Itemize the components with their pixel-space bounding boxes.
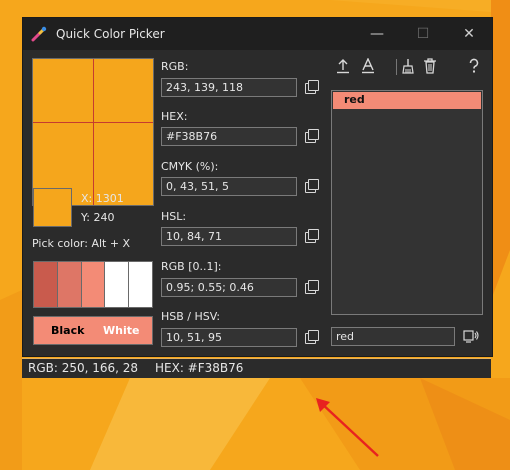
crosshair-horizontal <box>33 122 153 123</box>
hsl-field[interactable]: 10, 84, 71 <box>161 227 297 246</box>
shade-swatch-1[interactable] <box>34 262 58 307</box>
minimize-icon: — <box>370 26 384 42</box>
maximize-button[interactable]: ☐ <box>400 18 446 50</box>
copy-hex-icon[interactable] <box>305 129 319 143</box>
zoom-preview <box>32 58 154 206</box>
trash-icon <box>424 58 436 74</box>
red-arrow-annotation <box>316 398 379 457</box>
rgb-field[interactable]: 243, 139, 118 <box>161 78 297 97</box>
status-hex: HEX: #F38B76 <box>155 361 244 375</box>
shade-swatch-2[interactable] <box>57 262 82 307</box>
hsb-field[interactable]: 10, 51, 95 <box>161 328 297 347</box>
export-button[interactable] <box>334 58 352 76</box>
x-coordinate: X: 1301 <box>81 192 124 205</box>
contrast-white-text: White <box>103 324 140 337</box>
picked-color-swatch <box>33 188 72 227</box>
shade-swatch-4[interactable] <box>105 262 130 307</box>
contrast-black-text: Black <box>51 324 85 337</box>
upload-icon <box>337 59 349 74</box>
hex-label: HEX: <box>161 110 188 123</box>
speaker-icon[interactable] <box>463 329 479 344</box>
pick-color-hint: Pick color: Alt + X <box>32 237 131 250</box>
contrast-preview: Black White <box>33 316 153 345</box>
title-bar[interactable]: Quick Color Picker — ☐ ✕ <box>23 18 492 50</box>
minimize-button[interactable]: — <box>354 18 400 50</box>
font-button[interactable] <box>359 57 377 76</box>
rgb-label: RGB: <box>161 60 189 73</box>
hex-field[interactable]: #F38B76 <box>161 127 297 146</box>
copy-cmyk-icon[interactable] <box>305 179 319 193</box>
copy-rgb-icon[interactable] <box>305 80 319 94</box>
rgb-unit-label: RGB [0..1]: <box>161 260 222 273</box>
clean-button[interactable] <box>399 58 417 76</box>
shade-strip <box>33 261 153 308</box>
shade-swatch-3[interactable] <box>81 262 106 307</box>
hsb-label: HSB / HSV: <box>161 310 221 323</box>
cmyk-label: CMYK (%): <box>161 160 219 173</box>
app-window: Quick Color Picker — ☐ ✕ X: 1301 Y: 240 … <box>22 17 493 357</box>
maximize-icon: ☐ <box>416 26 430 42</box>
y-coordinate: Y: 240 <box>81 211 115 224</box>
copy-rgb-unit-icon[interactable] <box>305 280 319 294</box>
cmyk-field[interactable]: 0, 43, 51, 5 <box>161 177 297 196</box>
delete-button[interactable] <box>421 58 439 76</box>
hsl-label: HSL: <box>161 210 187 223</box>
broom-icon <box>402 59 414 74</box>
close-icon: ✕ <box>463 26 475 42</box>
crosshair-vertical <box>93 59 94 205</box>
color-search-input[interactable]: red <box>331 327 455 346</box>
eyedropper-icon <box>31 26 47 42</box>
color-list[interactable]: red <box>331 90 483 315</box>
status-bar: RGB: 250, 166, 28 HEX: #F38B76 <box>22 358 491 378</box>
shade-swatch-5[interactable] <box>129 262 152 307</box>
help-icon <box>469 58 479 73</box>
rgb-unit-field[interactable]: 0.95; 0.55; 0.46 <box>161 278 297 297</box>
status-rgb: RGB: 250, 166, 28 <box>28 361 139 375</box>
toolbar-separator <box>396 59 397 75</box>
window-title: Quick Color Picker <box>56 27 165 41</box>
copy-hsl-icon[interactable] <box>305 229 319 243</box>
copy-hsb-icon[interactable] <box>305 330 319 344</box>
list-item[interactable]: red <box>333 92 481 109</box>
help-button[interactable] <box>465 58 483 76</box>
font-icon <box>362 57 374 74</box>
close-button[interactable]: ✕ <box>446 18 492 50</box>
